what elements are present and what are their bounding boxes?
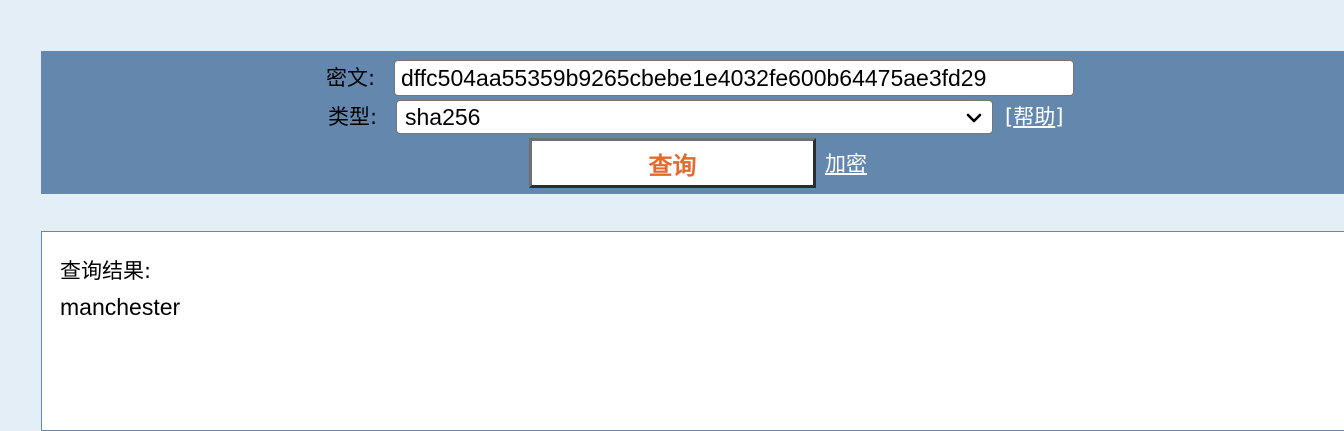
hash-type-value: sha256 <box>405 103 481 130</box>
chevron-down-icon <box>964 107 984 127</box>
cipher-label: 密文: <box>326 66 376 90</box>
hash-type-select[interactable]: sha256 <box>396 100 993 134</box>
cipher-input[interactable] <box>394 60 1074 96</box>
result-value: manchester <box>60 294 181 320</box>
result-label: 查询结果: <box>60 259 152 283</box>
help-link[interactable]: 帮助 <box>1013 105 1055 129</box>
result-panel: 查询结果: manchester <box>41 231 1344 431</box>
help-bracket-open: [ <box>1005 105 1014 129</box>
query-button[interactable]: 查询 <box>529 138 816 188</box>
encrypt-link[interactable]: 加密 <box>825 151 867 177</box>
type-label: 类型: <box>328 105 378 129</box>
help-link-group: [帮助] <box>1005 104 1063 130</box>
help-bracket-close: ] <box>1055 105 1064 129</box>
